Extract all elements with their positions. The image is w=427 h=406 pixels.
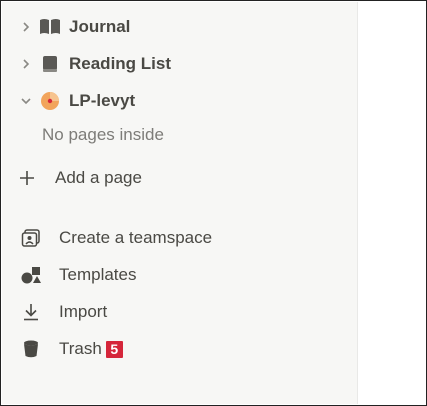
no-pages-inside-text: No pages inside xyxy=(42,125,164,144)
add-a-page-button[interactable]: Add a page xyxy=(18,162,318,194)
sidebar-item-lp-levyt[interactable]: LP-levyt xyxy=(2,85,358,117)
sidebar-item-label: Journal xyxy=(69,17,131,36)
sidebar: Journal Reading List LP-levyt No pages i… xyxy=(2,2,358,404)
sidebar-item-journal[interactable]: Journal xyxy=(2,11,358,43)
trash-label: Trash xyxy=(59,339,102,358)
sidebar-item-label: Reading List xyxy=(69,54,172,73)
vinyl-record-icon xyxy=(39,91,61,111)
trash-button[interactable]: Trash 5 xyxy=(20,333,320,365)
chevron-right-icon[interactable] xyxy=(19,57,33,71)
create-teamspace-label: Create a teamspace xyxy=(59,228,213,247)
templates-label: Templates xyxy=(59,265,137,284)
templates-button[interactable]: Templates xyxy=(20,259,320,291)
open-book-icon xyxy=(39,17,61,37)
chevron-right-icon[interactable] xyxy=(19,20,33,34)
import-button[interactable]: Import xyxy=(20,296,320,328)
chevron-down-icon[interactable] xyxy=(19,94,33,108)
window-frame: Journal Reading List LP-levyt No pages i… xyxy=(0,0,427,406)
teamspace-icon xyxy=(20,227,42,249)
trash-icon xyxy=(20,338,42,360)
sidebar-item-label: LP-levyt xyxy=(69,91,136,110)
main-content-area xyxy=(358,2,426,404)
import-label: Import xyxy=(59,302,108,321)
closed-book-icon xyxy=(39,54,61,74)
plus-icon xyxy=(18,169,36,187)
add-a-page-label: Add a page xyxy=(55,168,142,187)
import-icon xyxy=(20,301,42,323)
sidebar-item-reading-list[interactable]: Reading List xyxy=(2,48,358,80)
create-teamspace-button[interactable]: Create a teamspace xyxy=(20,222,320,254)
templates-icon xyxy=(20,264,42,286)
trash-count-badge: 5 xyxy=(105,340,123,358)
